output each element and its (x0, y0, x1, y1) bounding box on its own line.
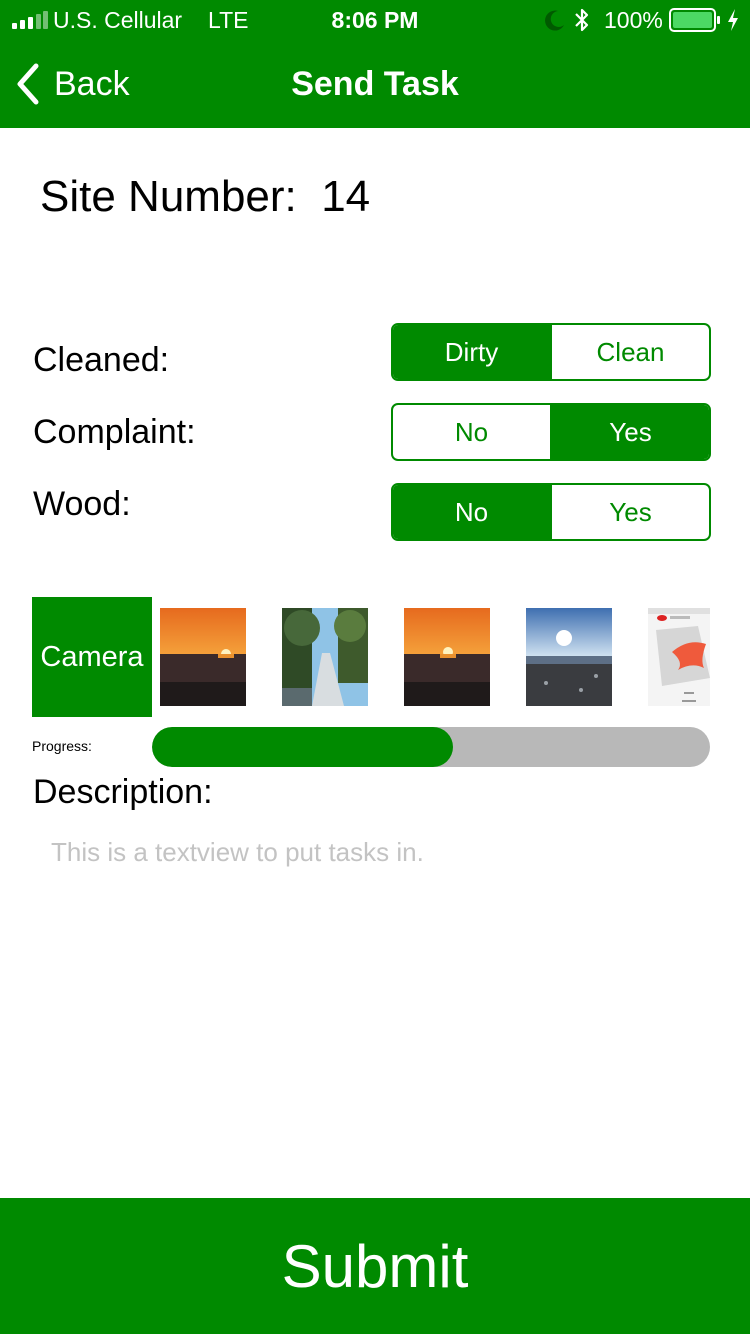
photo-thumbnail-swift-logo[interactable] (648, 608, 710, 706)
photo-thumbnail-sunset-2[interactable] (404, 608, 490, 706)
description-label: Description: (33, 773, 213, 811)
do-not-disturb-moon-icon (545, 10, 564, 31)
complaint-segmented-control: No Yes (391, 403, 711, 461)
photo-thumbnail-beach[interactable] (526, 608, 612, 706)
progress-bar (152, 727, 710, 767)
complaint-label: Complaint: (33, 413, 196, 451)
wood-option-yes[interactable]: Yes (550, 485, 709, 539)
page-title: Send Task (291, 65, 459, 103)
description-textview[interactable]: This is a textview to put tasks in. (51, 836, 711, 868)
progress-label: Progress: (32, 738, 92, 754)
header: U.S. Cellular LTE 8:06 PM 100% Back Send… (0, 0, 750, 128)
cleaned-segmented-control: Dirty Clean (391, 323, 711, 381)
site-number: Site Number: 14 (40, 172, 371, 221)
bluetooth-icon (575, 8, 589, 32)
submit-button[interactable]: Submit (0, 1198, 750, 1334)
status-bar: U.S. Cellular LTE 8:06 PM 100% (0, 0, 750, 40)
battery-percent: 100% (604, 7, 663, 33)
photo-thumbnail-sunset[interactable] (160, 608, 246, 706)
complaint-option-yes[interactable]: Yes (550, 405, 709, 459)
cleaned-label: Cleaned: (33, 341, 170, 379)
cleaned-option-clean[interactable]: Clean (550, 325, 709, 379)
nav-bar: Back Send Task (0, 40, 750, 128)
cleaned-option-dirty[interactable]: Dirty (393, 325, 550, 379)
charging-bolt-icon (728, 9, 738, 31)
complaint-option-no[interactable]: No (393, 405, 550, 459)
camera-button[interactable]: Camera (32, 597, 152, 717)
wood-label: Wood: (33, 485, 131, 523)
wood-option-no[interactable]: No (393, 485, 550, 539)
battery-full-icon (669, 8, 720, 32)
photo-thumbnail-path[interactable] (282, 608, 368, 706)
progress-fill (152, 727, 454, 767)
wood-segmented-control: No Yes (391, 483, 711, 541)
